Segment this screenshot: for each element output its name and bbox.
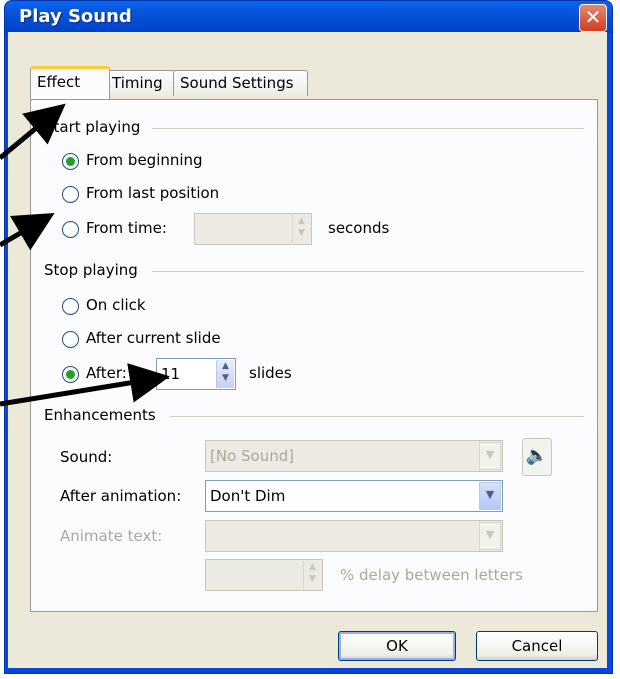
- start-playing-divider: [152, 128, 584, 129]
- from-time-spin[interactable]: ▲ ▼: [292, 215, 310, 243]
- radio-after[interactable]: [62, 366, 80, 384]
- after-slides-input[interactable]: 11 ▲ ▼: [156, 358, 236, 390]
- chevron-down-icon: ▼: [485, 488, 495, 501]
- spin-arrows-icon: ▲ ▼: [222, 361, 229, 383]
- radio-on-click[interactable]: [62, 298, 80, 316]
- after-label[interactable]: After:: [86, 364, 127, 382]
- sound-label: Sound:: [60, 448, 113, 466]
- after-animation-arrow[interactable]: ▼: [479, 482, 501, 510]
- after-animation-value: Don't Dim: [210, 487, 286, 505]
- sound-select[interactable]: [No Sound] ▼: [205, 440, 503, 472]
- tab-timing[interactable]: Timing: [105, 70, 175, 96]
- stop-playing-divider: [152, 271, 584, 272]
- from-beginning-label[interactable]: From beginning: [86, 151, 203, 169]
- after-animation-label: After animation:: [60, 487, 182, 505]
- stop-playing-group-label: Stop playing: [44, 261, 138, 279]
- radio-after-current-slide[interactable]: [62, 331, 80, 349]
- ok-button[interactable]: OK: [338, 631, 456, 661]
- delay-spin[interactable]: ▲ ▼: [303, 561, 321, 589]
- start-playing-group-label: Start playing: [44, 118, 141, 136]
- tab-sound-settings[interactable]: Sound Settings: [173, 70, 308, 96]
- on-click-label[interactable]: On click: [86, 296, 146, 314]
- spin-arrows-icon: ▲ ▼: [309, 562, 316, 584]
- dialog-title: Play Sound: [19, 6, 132, 27]
- speaker-button[interactable]: 🔈: [522, 438, 552, 476]
- ok-button-label: OK: [386, 637, 408, 655]
- radio-from-beginning[interactable]: [62, 153, 80, 171]
- cancel-button-label: Cancel: [511, 637, 563, 655]
- chevron-down-icon: ▼: [485, 448, 495, 461]
- slides-label: slides: [249, 364, 292, 382]
- seconds-label: seconds: [328, 219, 390, 237]
- after-animation-select[interactable]: Don't Dim ▼: [205, 480, 503, 512]
- close-icon: ✕: [584, 5, 602, 29]
- title-bar[interactable]: Play Sound ✕: [5, 1, 612, 33]
- from-time-label[interactable]: From time:: [86, 219, 167, 237]
- animate-text-select[interactable]: ▼: [205, 520, 503, 552]
- after-slides-value: 11: [161, 365, 181, 383]
- after-slides-spin[interactable]: ▲ ▼: [216, 360, 234, 388]
- delay-input[interactable]: ▲ ▼: [205, 559, 323, 591]
- after-current-slide-label[interactable]: After current slide: [86, 329, 221, 347]
- sound-select-value: [No Sound]: [210, 447, 295, 465]
- from-last-position-label[interactable]: From last position: [86, 184, 219, 202]
- delay-label: % delay between letters: [340, 566, 523, 584]
- animate-text-label: Animate text:: [60, 527, 163, 545]
- tab-effect-label: Effect: [37, 73, 81, 91]
- enhancements-divider: [170, 416, 584, 417]
- tab-effect[interactable]: Effect: [30, 66, 110, 99]
- enhancements-group-label: Enhancements: [44, 406, 156, 424]
- close-button[interactable]: ✕: [579, 4, 607, 32]
- sound-select-arrow[interactable]: ▼: [479, 442, 501, 470]
- speaker-icon: 🔈: [525, 445, 549, 466]
- radio-from-last-position[interactable]: [62, 186, 80, 204]
- radio-from-time[interactable]: [62, 221, 80, 239]
- from-time-input[interactable]: ▲ ▼: [194, 213, 312, 245]
- cancel-button[interactable]: Cancel: [476, 631, 598, 661]
- tab-sound-settings-label: Sound Settings: [180, 74, 294, 92]
- spin-arrows-icon: ▲ ▼: [298, 216, 305, 238]
- chevron-down-icon: ▼: [485, 528, 495, 541]
- animate-text-arrow[interactable]: ▼: [479, 522, 501, 550]
- tab-timing-label: Timing: [112, 74, 163, 92]
